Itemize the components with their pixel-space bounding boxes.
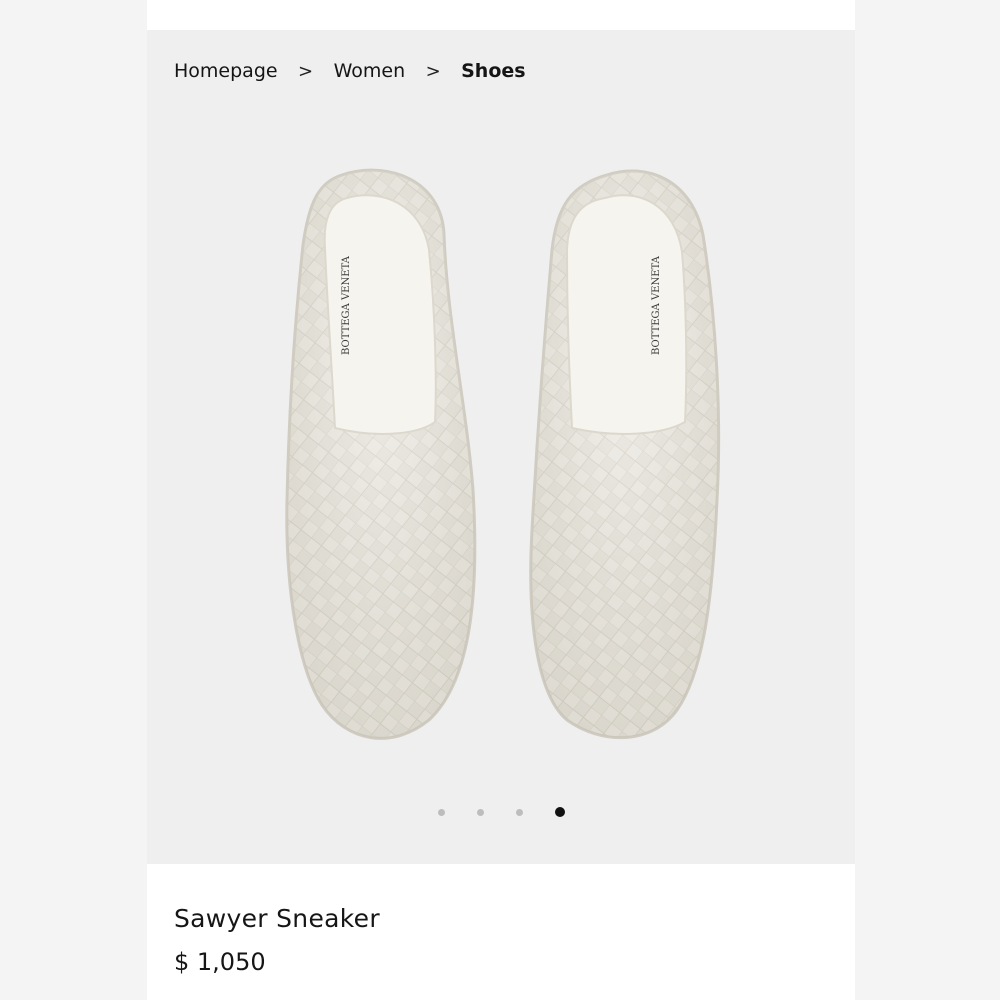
carousel-dot-2[interactable] [476,808,484,816]
top-strip [147,0,855,30]
left-shoe: BOTTEGA VENETA [285,168,477,740]
breadcrumb-homepage[interactable]: Homepage [174,60,278,82]
right-insole-brand: BOTTEGA VENETA [651,255,662,355]
carousel-dot-4[interactable] [554,807,565,817]
breadcrumb: Homepage > Women > Shoes [174,58,526,84]
product-image[interactable]: BOTTEGA VENETA BOTTEGA VENETA [147,30,855,864]
carousel-indicator [147,805,855,819]
right-shoe: BOTTEGA VENETA [529,169,721,740]
product-hero: BOTTEGA VENETA BOTTEGA VENETA Homepage >… [147,30,855,864]
chevron-right-icon: > [298,60,314,82]
right-margin [855,0,1000,1000]
left-insole-brand: BOTTEGA VENETA [341,255,352,355]
left-margin [0,0,147,1000]
chevron-right-icon: > [425,60,441,82]
breadcrumb-women[interactable]: Women [334,60,406,82]
product-page: BOTTEGA VENETA BOTTEGA VENETA Homepage >… [147,0,855,1000]
carousel-dot-1[interactable] [437,808,445,816]
carousel-dot-3[interactable] [515,808,523,816]
breadcrumb-shoes: Shoes [461,60,526,82]
product-price: $ 1,050 [174,948,266,976]
product-info: Sawyer Sneaker $ 1,050 [147,864,855,1000]
product-name: Sawyer Sneaker [174,904,380,933]
